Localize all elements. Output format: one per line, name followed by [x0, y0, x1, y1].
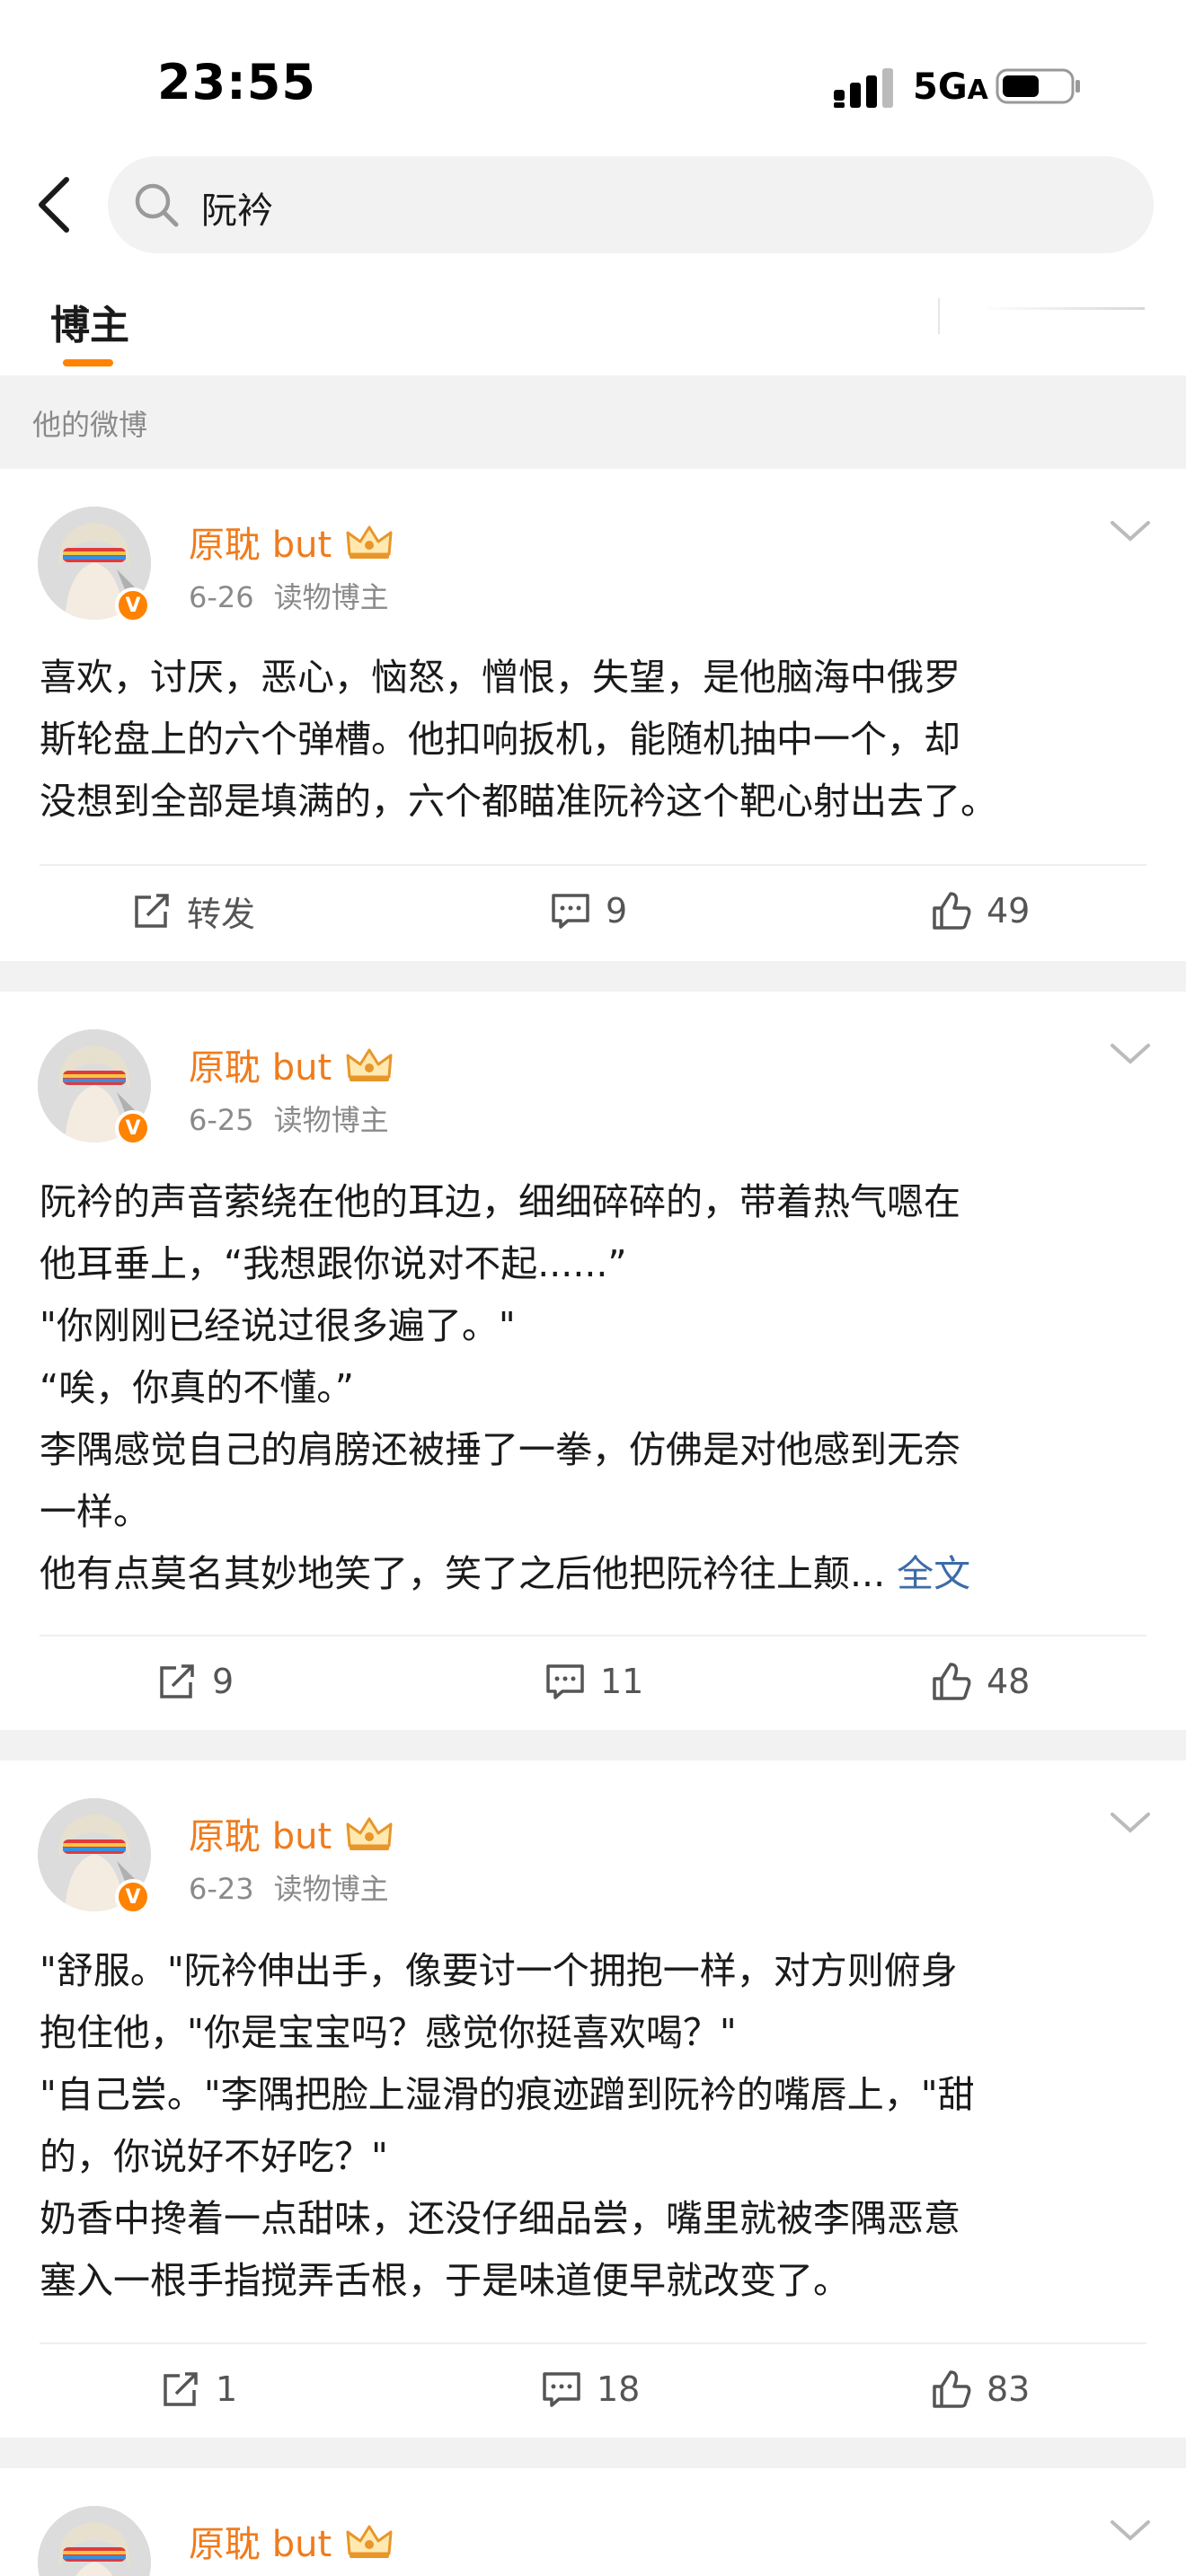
comment-icon: [552, 894, 589, 929]
like-button[interactable]: 48: [931, 1636, 1030, 1726]
search-input[interactable]: 阮衿: [108, 156, 1154, 253]
full-text-link[interactable]: 全文: [897, 1552, 970, 1595]
search-header: 阮衿: [0, 154, 1186, 255]
chevron-down-icon[interactable]: [1109, 2515, 1152, 2547]
chevron-left-icon: [39, 177, 69, 233]
post-separator: [0, 1730, 1186, 1760]
post-content[interactable]: "舒服。"阮衿伸出手，像要讨一个拥抱一样，对方则俯身 抱住他，"你是宝宝吗？感觉…: [40, 1940, 1154, 2312]
tab-divider: [938, 298, 940, 334]
author-tag: 读物博主: [273, 1103, 389, 1137]
post-actions: 转发 9 49: [0, 866, 1186, 956]
clock: 23:55: [157, 54, 316, 110]
comment-button[interactable]: 9: [550, 866, 627, 956]
post-card[interactable]: V 原耽 but 6-25 读物博主 阮衿的声音萦绕在他的耳边，细细碎碎的，带着热…: [0, 992, 1186, 1730]
section-header: 他的微博: [0, 375, 1186, 469]
back-button[interactable]: [22, 172, 86, 237]
post-date: 6-23: [189, 1872, 254, 1906]
like-button[interactable]: 83: [931, 2344, 1030, 2434]
post-card[interactable]: 原耽 but: [0, 2468, 1186, 2576]
post-card[interactable]: V 原耽 but 6-23 读物博主 "舒服。"阮衿伸出手，像要讨一个拥抱一样，对…: [0, 1760, 1186, 2438]
author-name[interactable]: 原耽 but: [189, 1807, 394, 1859]
comment-button[interactable]: 11: [544, 1636, 643, 1726]
author-tag: 读物博主: [273, 580, 389, 614]
chevron-down-icon[interactable]: [1109, 516, 1152, 548]
post-date: 6-25: [189, 1103, 254, 1137]
signal-strength-icon: [834, 68, 893, 108]
tab-overflow-fade: [979, 307, 1145, 310]
repost-button[interactable]: 1: [160, 2344, 237, 2434]
battery-icon: [996, 68, 1080, 104]
crown-icon: [346, 2525, 393, 2558]
search-query: 阮衿: [201, 190, 273, 232]
post-actions: 1 18 83: [0, 2344, 1186, 2434]
post-card[interactable]: V 原耽 but 6-26 读物博主 喜欢，讨厌，恶心，恼怒，憎恨，失望，是他脑海…: [0, 469, 1186, 961]
network-type: 5GA: [913, 66, 988, 108]
chevron-down-icon[interactable]: [1109, 1807, 1152, 1839]
crown-icon: [346, 525, 393, 559]
tab-blogger[interactable]: 博主: [50, 293, 129, 350]
verified-badge-icon: V: [115, 587, 151, 623]
search-icon: [135, 183, 179, 227]
author-name[interactable]: 原耽 but: [189, 1038, 394, 1090]
like-button[interactable]: 49: [931, 866, 1030, 956]
verified-badge-icon: V: [115, 1110, 151, 1146]
author-name[interactable]: 原耽 but: [189, 516, 394, 568]
author-name[interactable]: 原耽 but: [189, 2515, 394, 2567]
tab-indicator: [63, 359, 113, 366]
thumbs-up-icon: [933, 1663, 971, 1700]
section-title: 他的微博: [32, 408, 148, 442]
share-icon: [135, 894, 169, 928]
chevron-down-icon[interactable]: [1109, 1038, 1152, 1071]
repost-button[interactable]: 转发: [131, 866, 255, 956]
avatar-image: [38, 2506, 151, 2576]
post-meta: 6-25 读物博主: [189, 1098, 389, 1139]
post-meta: 6-26 读物博主: [189, 575, 389, 616]
tab-bar: 博主: [0, 278, 1186, 374]
repost-button[interactable]: 9: [156, 1636, 234, 1726]
share-icon: [160, 1664, 194, 1698]
share-icon: [164, 2372, 198, 2406]
thumbs-up-icon: [933, 2370, 971, 2408]
comment-icon: [543, 2372, 580, 2407]
author-tag: 读物博主: [273, 1872, 389, 1906]
status-bar: 23:55 5GA: [0, 0, 1186, 153]
verified-badge-icon: V: [115, 1879, 151, 1915]
post-separator: [0, 2438, 1186, 2468]
crown-icon: [346, 1048, 393, 1081]
post-content[interactable]: 阮衿的声音萦绕在他的耳边，细细碎碎的，带着热气嗯在 他耳垂上，“我想跟你说对不起…: [40, 1171, 1154, 1605]
comment-icon: [546, 1664, 584, 1699]
post-separator: [0, 961, 1186, 992]
post-content[interactable]: 喜欢，讨厌，恶心，恼怒，憎恨，失望，是他脑海中俄罗 斯轮盘上的六个弹槽。他扣响扳…: [40, 647, 1154, 833]
post-date: 6-26: [189, 580, 254, 614]
post-actions: 9 11 48: [0, 1636, 1186, 1726]
crown-icon: [346, 1817, 393, 1850]
post-meta: 6-23 读物博主: [189, 1866, 389, 1908]
comment-button[interactable]: 18: [541, 2344, 640, 2434]
avatar[interactable]: [38, 2506, 151, 2576]
thumbs-up-icon: [933, 892, 971, 930]
